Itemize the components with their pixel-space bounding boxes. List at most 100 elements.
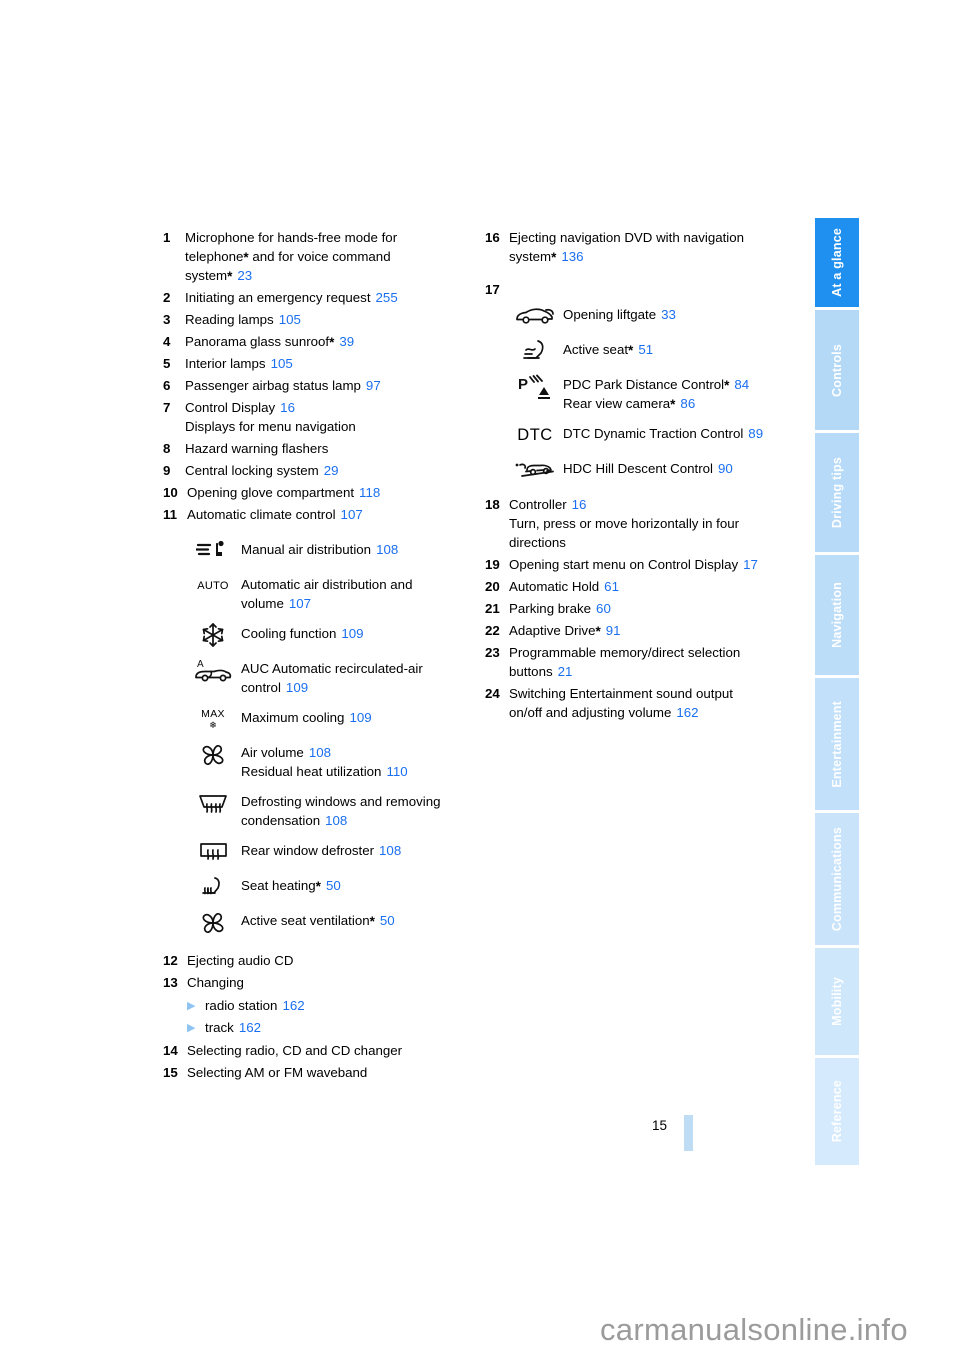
text-line: Opening glove compartment 118: [187, 483, 473, 502]
page-reference[interactable]: 108: [376, 542, 398, 557]
page-reference[interactable]: 91: [606, 623, 621, 638]
rear-window-defroster-icon: [185, 839, 241, 865]
page-reference[interactable]: 162: [282, 998, 304, 1013]
list-item: 14 Selecting radio, CD and CD changer: [163, 1041, 473, 1060]
list-item: 5 Interior lamps 105: [163, 354, 473, 373]
icon-list-item: Cooling function 109: [185, 622, 473, 648]
line-text: Ejecting audio CD: [187, 953, 294, 968]
text-line: Active seat ventilation* 50: [241, 911, 473, 930]
tab-controls[interactable]: Controls: [815, 310, 859, 430]
page-reference[interactable]: 60: [596, 601, 611, 616]
page-reference[interactable]: 29: [324, 463, 339, 478]
dtc-icon: DTC: [507, 422, 563, 448]
text-line: system* 136: [509, 247, 805, 266]
item-body: Changing: [187, 973, 473, 992]
item-number: 2: [163, 290, 171, 305]
chapter-tab-strip[interactable]: At a glance Controls Driving tips Navigatio…: [815, 218, 859, 1168]
page-reference[interactable]: 16: [572, 497, 587, 512]
icon-item-text: Cooling function 109: [241, 622, 473, 643]
text-line: Ejecting audio CD: [187, 951, 473, 970]
tab-label: Entertainment: [829, 700, 844, 788]
item-number: 12: [163, 953, 178, 968]
item-body: Opening start menu on Control Display 17: [509, 555, 805, 574]
line-text: Switching Entertainment sound output: [509, 686, 733, 701]
page-reference[interactable]: 17: [743, 557, 758, 572]
text-line: PDC Park Distance Control* 84: [563, 375, 805, 394]
page-reference[interactable]: 97: [366, 378, 381, 393]
page-reference[interactable]: 162: [239, 1020, 261, 1035]
page-reference[interactable]: 107: [289, 596, 311, 611]
page-reference[interactable]: 61: [604, 579, 619, 594]
page-reference[interactable]: 50: [326, 878, 341, 893]
page-reference[interactable]: 136: [561, 249, 583, 264]
page-reference[interactable]: 90: [718, 461, 733, 476]
tab-communications[interactable]: Communications: [815, 813, 859, 946]
tab-mobility[interactable]: Mobility: [815, 948, 859, 1056]
text-line: Central locking system 29: [185, 461, 473, 480]
page-reference[interactable]: 162: [676, 705, 698, 720]
page-reference[interactable]: 109: [349, 710, 371, 725]
list-item: 3 Reading lamps 105: [163, 310, 473, 329]
page-reference[interactable]: 105: [279, 312, 301, 327]
page-reference[interactable]: 108: [325, 813, 347, 828]
tab-navigation[interactable]: Navigation: [815, 555, 859, 675]
page-reference[interactable]: 84: [734, 377, 749, 392]
icon-list-item: P PDC Park Distance Control* 84 Rear view …: [507, 373, 805, 413]
line-text: Opening start menu on Control Display: [509, 557, 739, 572]
page-reference[interactable]: 107: [341, 507, 363, 522]
list-item: 2 Initiating an emergency request 255: [163, 288, 473, 307]
page-reference[interactable]: 109: [341, 626, 363, 641]
page-reference[interactable]: 108: [309, 745, 331, 760]
page-reference[interactable]: 16: [280, 400, 295, 415]
line-text: Residual heat utilization: [241, 764, 382, 779]
icon-list-item: Active seat ventilation* 50: [185, 909, 473, 937]
max-cooling-text: MAX ❄: [201, 707, 225, 730]
line-text: Central locking system: [185, 463, 319, 478]
page-reference[interactable]: 89: [748, 426, 763, 441]
page-reference[interactable]: 110: [386, 764, 407, 779]
item-number: 3: [163, 312, 171, 327]
page-reference[interactable]: 51: [638, 342, 653, 357]
line-text: Hazard warning flashers: [185, 441, 329, 456]
tab-label: At a glance: [829, 228, 844, 298]
windshield-defrost-icon: [185, 790, 241, 816]
page-reference[interactable]: 23: [237, 268, 252, 283]
tab-driving-tips[interactable]: Driving tips: [815, 432, 859, 553]
optional-equipment-asterisk: *: [315, 879, 321, 894]
optional-equipment-asterisk: *: [227, 269, 233, 284]
item-body: Automatic Hold 61: [509, 577, 805, 596]
page-reference[interactable]: 108: [379, 843, 401, 858]
page-number: 15: [652, 1118, 668, 1133]
auc-recirculated-air-icon: A: [185, 657, 241, 683]
icon-item-text: PDC Park Distance Control* 84 Rear view ca…: [563, 373, 805, 413]
tab-entertainment[interactable]: Entertainment: [815, 677, 859, 811]
tab-reference[interactable]: Reference: [815, 1058, 859, 1165]
icon-list-item: AUTO Automatic air distribution and volume…: [185, 573, 473, 613]
page-reference[interactable]: 118: [359, 485, 380, 500]
page-reference[interactable]: 33: [661, 307, 676, 322]
line-text: directions: [509, 535, 566, 550]
tab-label: Communications: [829, 827, 844, 932]
page-reference[interactable]: 86: [680, 396, 695, 411]
page-reference[interactable]: 109: [286, 680, 308, 695]
line-text: system: [185, 268, 228, 283]
text-line: Active seat* 51: [563, 340, 805, 359]
line-text: Selecting radio, CD and CD changer: [187, 1043, 403, 1058]
list-item: 4 Panorama glass sunroof* 39: [163, 332, 473, 351]
line-text: Turn, press or move horizontally in four: [509, 516, 740, 531]
page-reference[interactable]: 50: [380, 913, 395, 928]
text-line: Automatic climate control 107: [187, 505, 473, 524]
tab-at-a-glance[interactable]: At a glance: [815, 218, 859, 308]
page-reference[interactable]: 255: [376, 290, 398, 305]
page-marker-bar: [684, 1115, 693, 1151]
text-line: Maximum cooling 109: [241, 708, 473, 727]
page-reference[interactable]: 105: [271, 356, 293, 371]
icon-item-text: Active seat* 51: [563, 338, 805, 359]
text-line: Passenger airbag status lamp 97: [185, 376, 473, 395]
page-reference[interactable]: 21: [558, 664, 573, 679]
text-line: Manual air distribution 108: [241, 540, 473, 559]
icon-list-item: A AUC Automatic recirculated-air control 1…: [185, 657, 473, 697]
page-reference[interactable]: 39: [339, 334, 354, 349]
active-seat-ventilation-icon: [185, 909, 241, 937]
item-body: Reading lamps 105: [185, 310, 473, 329]
